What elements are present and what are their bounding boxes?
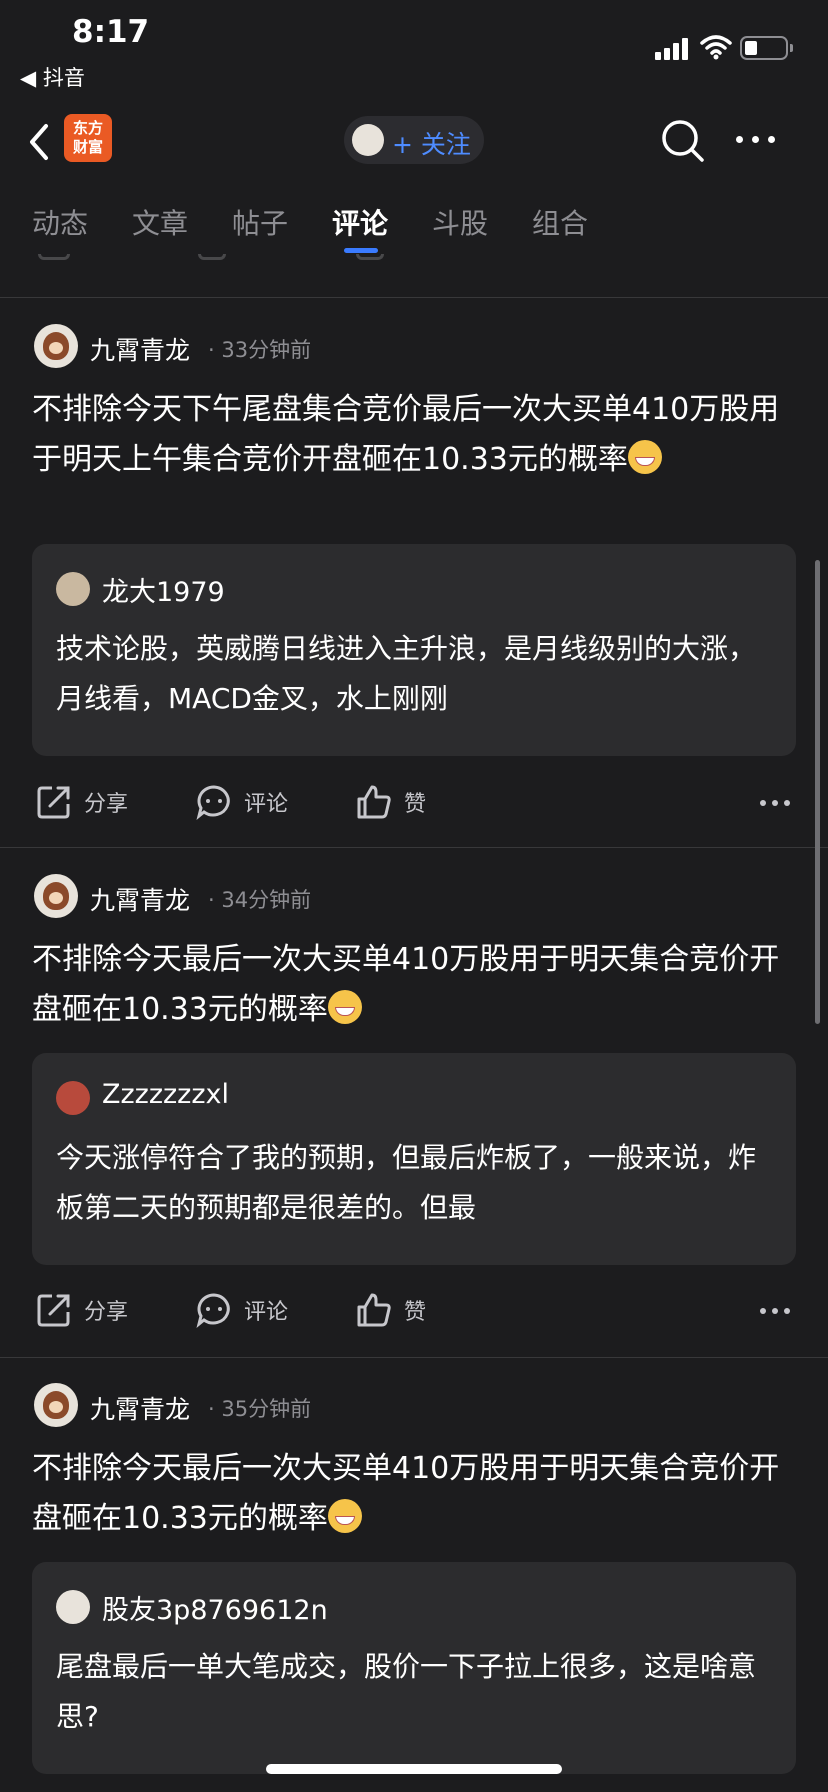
- home-indicator[interactable]: [266, 1764, 562, 1774]
- comment-icon[interactable]: [196, 784, 232, 820]
- comment-button[interactable]: 评论: [244, 1294, 288, 1326]
- follow-label: + 关注: [392, 130, 471, 159]
- back-arrow-icon[interactable]: [24, 120, 54, 164]
- active-tab-indicator: [344, 248, 378, 253]
- avatar[interactable]: [34, 1383, 78, 1427]
- divider: [0, 297, 828, 298]
- comment-icon[interactable]: [196, 1292, 232, 1328]
- quoted-post[interactable]: Zzzzzzzxl 今天涨停符合了我的预期，但最后炸板了，一般来说，炸板第二天的…: [32, 1053, 796, 1265]
- tab-dynamics[interactable]: 动态: [32, 202, 88, 242]
- search-icon[interactable]: [660, 118, 706, 164]
- post-text-content: 不排除今天下午尾盘集合竞价最后一次大买单410万股用于明天上午集合竞价开盘砸在1…: [32, 392, 780, 477]
- share-icon[interactable]: [36, 1292, 72, 1328]
- more-options-icon[interactable]: [736, 136, 776, 144]
- quoted-text: 技术论股，英威腾日线进入主升浪，是月线级别的大涨，月线看，MACD金叉，水上刚刚: [56, 632, 757, 715]
- logo-line1: 东方: [72, 119, 103, 137]
- quoted-text: 尾盘最后一单大笔成交，股价一下子拉上很多，这是啥意思?: [56, 1650, 757, 1733]
- comment-icon: [198, 254, 226, 260]
- quoted-user-name: 股友3p8769612n: [102, 1595, 328, 1626]
- divider: [0, 1357, 828, 1358]
- tab-bar: 动态 文章 帖子 评论 斗股 组合: [0, 184, 828, 260]
- user-name[interactable]: 九霄青龙: [90, 881, 190, 917]
- grin-emoji-icon: [627, 440, 662, 474]
- share-icon[interactable]: [36, 784, 72, 820]
- post-time: · 34分钟前: [208, 888, 312, 912]
- avatar[interactable]: [34, 324, 78, 368]
- follow-button[interactable]: + 关注: [344, 116, 484, 164]
- share-button[interactable]: 分享: [84, 1294, 128, 1326]
- post-text-content: 不排除今天最后一次大买单410万股用于明天集合竞价开盘砸在10.33元的概率: [32, 1451, 780, 1536]
- tab-posts[interactable]: 帖子: [232, 202, 288, 242]
- post-text[interactable]: 不排除今天下午尾盘集合竞价最后一次大买单410万股用于明天上午集合竞价开盘砸在1…: [32, 385, 802, 485]
- quoted-user-name: Zzzzzzzxl: [102, 1079, 230, 1110]
- like-button[interactable]: 赞: [404, 1294, 426, 1326]
- post-time: · 35分钟前: [208, 1397, 312, 1421]
- tab-articles[interactable]: 文章: [132, 202, 188, 242]
- quoted-post[interactable]: 股友3p8769612n 尾盘最后一单大笔成交，股价一下子拉上很多，这是啥意思?: [32, 1562, 796, 1774]
- quoted-user-name: 龙大1979: [102, 577, 225, 608]
- avatar[interactable]: [34, 874, 78, 918]
- back-to-app-link[interactable]: ◀ 抖音: [20, 62, 85, 92]
- thumbs-up-icon[interactable]: [356, 1292, 392, 1328]
- cellular-signal-icon: [655, 38, 689, 60]
- avatar: [56, 572, 90, 606]
- more-options-icon[interactable]: [760, 800, 790, 806]
- user-name[interactable]: 九霄青龙: [90, 1390, 190, 1426]
- tab-portfolio[interactable]: 组合: [532, 202, 588, 242]
- scrollbar[interactable]: [815, 560, 820, 1024]
- post-time: · 33分钟前: [208, 338, 312, 362]
- battery-icon: [740, 36, 793, 60]
- share-button[interactable]: 分享: [84, 786, 128, 818]
- more-options-icon[interactable]: [760, 1308, 790, 1314]
- like-button[interactable]: 赞: [404, 786, 426, 818]
- divider: [0, 847, 828, 848]
- eastmoney-logo: 东方 财富: [64, 114, 112, 162]
- grin-emoji-icon: [327, 1499, 362, 1533]
- avatar: [352, 124, 384, 156]
- post-text-content: 不排除今天最后一次大买单410万股用于明天集合竞价开盘砸在10.33元的概率: [32, 942, 780, 1027]
- user-name[interactable]: 九霄青龙: [90, 331, 190, 367]
- action-bar: 分享 评论 赞: [0, 772, 828, 832]
- post-text[interactable]: 不排除今天最后一次大买单410万股用于明天集合竞价开盘砸在10.33元的概率: [32, 935, 802, 1035]
- thumbs-up-icon[interactable]: [356, 784, 392, 820]
- share-icon: [38, 254, 70, 260]
- tab-comments[interactable]: 评论: [332, 202, 388, 242]
- status-time: 8:17: [72, 14, 150, 50]
- post-text[interactable]: 不排除今天最后一次大买单410万股用于明天集合竞价开盘砸在10.33元的概率: [32, 1444, 802, 1544]
- comment-button[interactable]: 评论: [244, 786, 288, 818]
- status-bar: 8:17 ◀ 抖音: [0, 0, 828, 100]
- action-bar: 分享 评论 赞: [0, 1280, 828, 1340]
- logo-line2: 财富: [72, 138, 103, 156]
- quoted-post[interactable]: 龙大1979 技术论股，英威腾日线进入主升浪，是月线级别的大涨，月线看，MACD…: [32, 544, 796, 756]
- avatar: [56, 1590, 90, 1624]
- wifi-icon: [700, 35, 732, 60]
- like-icon: [356, 254, 384, 260]
- avatar: [56, 1081, 90, 1115]
- tab-stock-battle[interactable]: 斗股: [432, 202, 488, 242]
- quoted-text: 今天涨停符合了我的预期，但最后炸板了，一般来说，炸板第二天的预期都是很差的。但最: [56, 1141, 757, 1224]
- grin-emoji-icon: [327, 990, 362, 1024]
